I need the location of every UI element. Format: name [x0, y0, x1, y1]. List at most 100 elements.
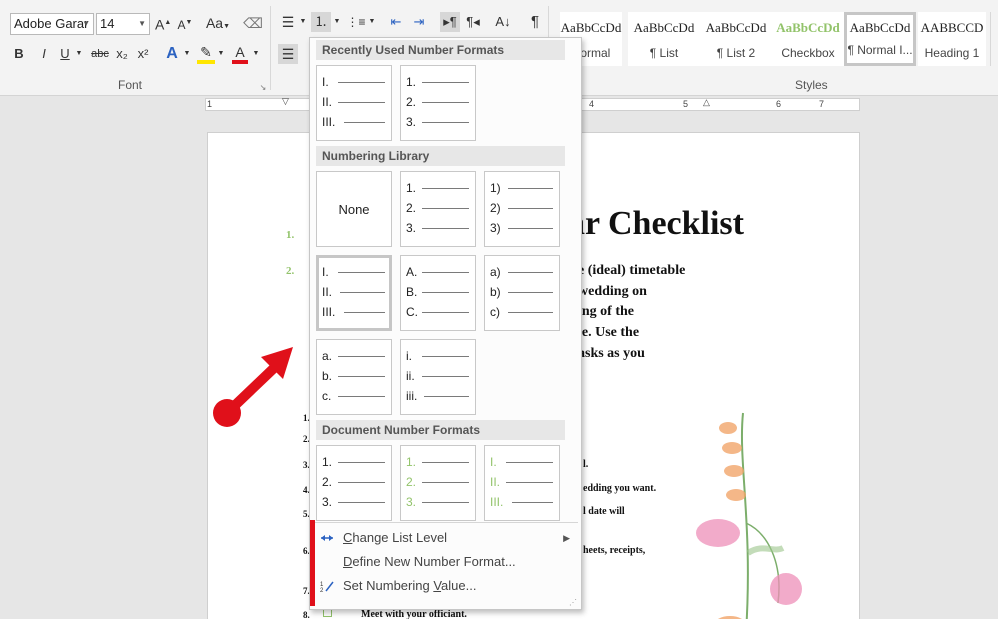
resize-grip-icon[interactable]: ⋰: [569, 598, 577, 607]
flower-illustration-icon: [696, 412, 802, 619]
underline-button[interactable]: U: [58, 44, 72, 64]
chevron-down-icon[interactable]: ▼: [82, 14, 90, 34]
body-text-line: Meet with your officiant.: [361, 609, 467, 619]
list-row: 2.: [406, 95, 472, 109]
styles-group-label: Styles: [795, 78, 828, 92]
document-formats-header: Document Number Formats: [316, 420, 565, 440]
superscript-button[interactable]: x²: [135, 44, 151, 64]
shrink-font-button[interactable]: A▼: [177, 13, 193, 35]
list-row: a.: [322, 349, 388, 363]
document-format-roman-green[interactable]: I. II. III.: [484, 445, 560, 521]
font-name-value: Adobe Garar: [14, 16, 89, 31]
text-effects-icon[interactable]: A: [164, 44, 180, 64]
list-row: a): [490, 265, 556, 279]
style-list[interactable]: AaBbCcDd ¶ List: [628, 12, 700, 66]
chevron-down-icon[interactable]: ▼: [74, 44, 84, 64]
recent-format-roman[interactable]: I. II. III.: [316, 65, 392, 141]
strikethrough-button[interactable]: abc: [90, 44, 110, 64]
style-list-2[interactable]: AaBbCcDd ¶ List 2: [700, 12, 772, 66]
menu-item-label: efine New Number Format...: [352, 554, 516, 569]
body-text-line: wedding on: [578, 284, 647, 299]
list-row: I.: [490, 455, 556, 469]
list-row: 3): [490, 221, 556, 235]
chevron-down-icon[interactable]: ▼: [333, 12, 341, 32]
library-format-lower-alpha-paren[interactable]: a) b) c): [484, 255, 560, 331]
ltr-text-icon[interactable]: ▸¶: [440, 12, 460, 32]
numbering-icon[interactable]: ⒈: [311, 12, 331, 32]
list-row: iii.: [406, 389, 472, 403]
list-row: 2): [490, 201, 556, 215]
tab-stop-icon[interactable]: △: [703, 97, 710, 108]
multilevel-list-icon[interactable]: ⋮≡: [346, 12, 366, 32]
library-format-decimal-paren[interactable]: 1) 2) 3): [484, 171, 560, 247]
font-name-combo[interactable]: Adobe Garar ▼: [10, 13, 94, 35]
font-size-combo[interactable]: 14 ▼: [96, 13, 150, 35]
list-row: II.: [322, 95, 388, 109]
ruler-mark: 7: [819, 99, 825, 109]
chevron-down-icon[interactable]: ▼: [368, 12, 376, 32]
clear-formatting-button[interactable]: ⌫: [243, 13, 263, 33]
chevron-down-icon[interactable]: ▼: [183, 44, 191, 64]
chevron-down-icon[interactable]: ▼: [138, 14, 146, 34]
list-row: II.: [490, 475, 556, 489]
none-label: None: [338, 202, 370, 217]
increase-indent-icon[interactable]: ⇥: [410, 12, 428, 32]
body-text-line: asks as you: [578, 346, 645, 361]
grow-font-button[interactable]: A▲: [155, 13, 171, 35]
document-format-decimal[interactable]: 1. 2. 3.: [316, 445, 392, 521]
sort-icon[interactable]: A↓: [493, 12, 513, 32]
bold-button[interactable]: B: [12, 44, 26, 64]
highlight-icon[interactable]: ✎: [197, 44, 215, 64]
library-format-lower-roman[interactable]: i. ii. iii.: [400, 339, 476, 415]
list-row: 3.: [406, 115, 472, 129]
define-new-number-format-menu-item[interactable]: Define New Number Format...: [313, 550, 578, 574]
list-row: b.: [322, 369, 388, 383]
body-text-line: e (ideal) timetable: [578, 263, 686, 278]
style-normal-indent[interactable]: AaBbCcDd ¶ Normal I...: [844, 12, 916, 66]
list-row: C.: [406, 305, 472, 319]
list-row: B.: [406, 285, 472, 299]
list-row: 2.: [406, 201, 472, 215]
decrease-indent-icon[interactable]: ⇤: [387, 12, 405, 32]
library-format-roman[interactable]: I. II. III.: [316, 255, 392, 331]
list-row: ii.: [406, 369, 472, 383]
list-number: 8.: [303, 610, 310, 619]
list-row: I.: [322, 75, 388, 89]
style-heading-1[interactable]: AABBCCD Heading 1: [918, 12, 986, 66]
indent-marker-icon[interactable]: ▽: [282, 96, 289, 107]
set-numbering-value-menu-item[interactable]: 1 2 Set Numbering Value...: [313, 574, 578, 598]
chevron-down-icon[interactable]: ▼: [299, 12, 307, 32]
align-left-icon[interactable]: ☰: [278, 44, 298, 64]
font-color-icon[interactable]: A: [232, 44, 248, 64]
change-list-level-menu-item[interactable]: Change List Level ▶: [313, 526, 578, 550]
list-row: 3.: [406, 495, 472, 509]
show-marks-button[interactable]: ¶: [525, 12, 545, 32]
style-checkbox[interactable]: AaBbCcDd Checkbox: [772, 12, 844, 66]
library-format-none[interactable]: None: [316, 171, 392, 247]
numbering-dropdown: Recently Used Number Formats I. II. III.…: [309, 37, 582, 610]
body-text-line: heets, receipts,: [583, 545, 646, 556]
list-row: 1.: [406, 455, 472, 469]
list-row: II.: [322, 285, 388, 299]
chevron-down-icon[interactable]: ▼: [217, 44, 225, 64]
menu-item-label: alue...: [441, 578, 477, 593]
list-row: III.: [322, 115, 388, 129]
recent-format-decimal[interactable]: 1. 2. 3.: [400, 65, 476, 141]
document-format-decimal-green[interactable]: 1. 2. 3.: [400, 445, 476, 521]
list-row: 2.: [406, 475, 472, 489]
library-format-lower-alpha[interactable]: a. b. c.: [316, 339, 392, 415]
menu-item-label: Set Numbering: [343, 578, 434, 593]
italic-button[interactable]: I: [37, 44, 51, 64]
change-case-button[interactable]: Aa▼: [205, 13, 231, 37]
dialog-launcher-icon[interactable]: ↘: [258, 78, 268, 98]
svg-text:2: 2: [320, 588, 324, 593]
library-format-upper-alpha[interactable]: A. B. C.: [400, 255, 476, 331]
rtl-text-icon[interactable]: ¶◂: [463, 12, 483, 32]
list-row: 1): [490, 181, 556, 195]
library-format-decimal[interactable]: 1. 2. 3.: [400, 171, 476, 247]
change-list-level-icon: [321, 535, 333, 541]
subscript-button[interactable]: x₂: [114, 44, 130, 64]
bullets-icon[interactable]: ☰: [278, 12, 298, 32]
chevron-down-icon[interactable]: ▼: [252, 44, 260, 64]
ruler-mark: 4: [589, 99, 595, 109]
